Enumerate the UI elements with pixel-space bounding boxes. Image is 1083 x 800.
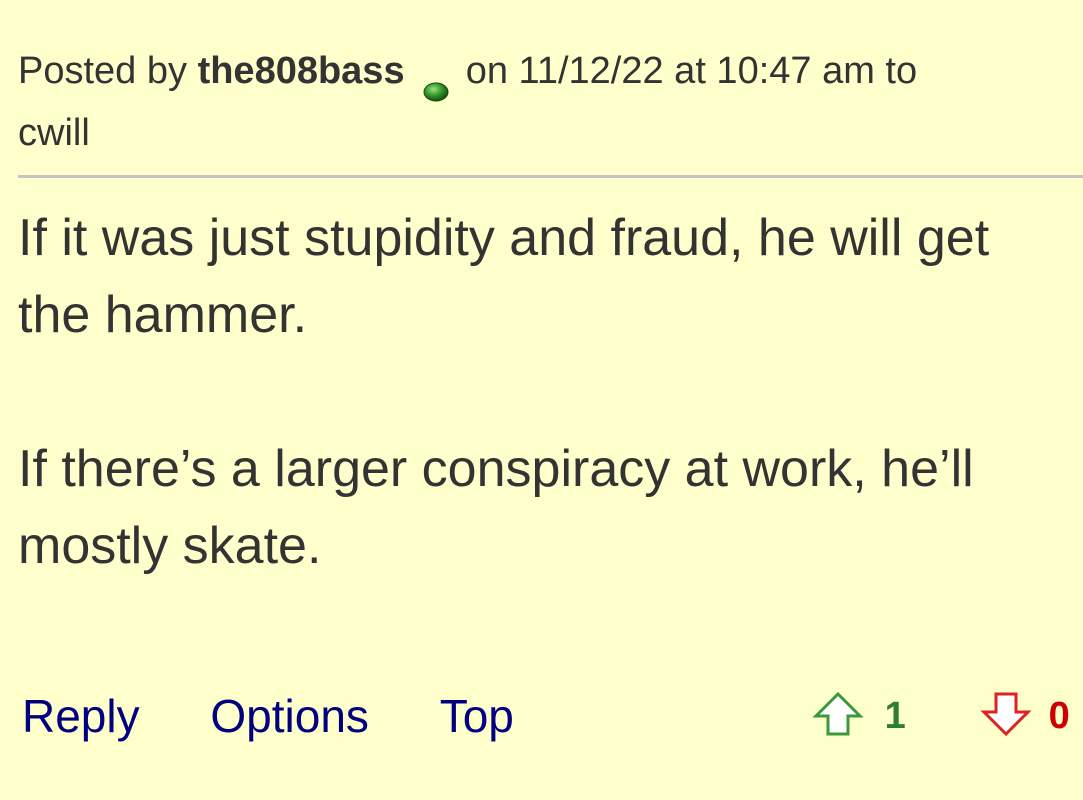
- post-meta: Posted by the808bass on 11/12/22 at 10:4…: [18, 40, 1058, 164]
- reply-link[interactable]: Reply: [22, 686, 140, 746]
- body-paragraph: If there’s a larger conspiracy at work, …: [18, 440, 974, 575]
- options-link[interactable]: Options: [210, 686, 369, 746]
- post-body: If it was just stupidity and fraud, he w…: [18, 200, 1068, 585]
- posted-by-label: Posted by: [18, 50, 187, 92]
- down-arrow-icon[interactable]: [980, 690, 1032, 738]
- downvote-group: 0: [980, 686, 1070, 746]
- posted-on-text: on 11/12/22 at 10:47 am to: [465, 50, 918, 92]
- post-actions: Reply Options Top: [22, 686, 572, 746]
- up-arrow-icon[interactable]: [812, 690, 864, 738]
- post-container: Posted by the808bass on 11/12/22 at 10:4…: [0, 0, 1083, 800]
- upvote-count: 1: [884, 695, 906, 737]
- divider: [18, 175, 1083, 178]
- username-link[interactable]: the808bass: [198, 50, 405, 92]
- upvote-group: 1: [812, 686, 906, 746]
- body-paragraph: If it was just stupidity and fraud, he w…: [18, 209, 990, 344]
- green-dot-icon: [423, 59, 449, 102]
- top-link[interactable]: Top: [440, 686, 514, 746]
- downvote-count: 0: [1048, 695, 1070, 737]
- reply-to-username[interactable]: cwill: [18, 112, 90, 154]
